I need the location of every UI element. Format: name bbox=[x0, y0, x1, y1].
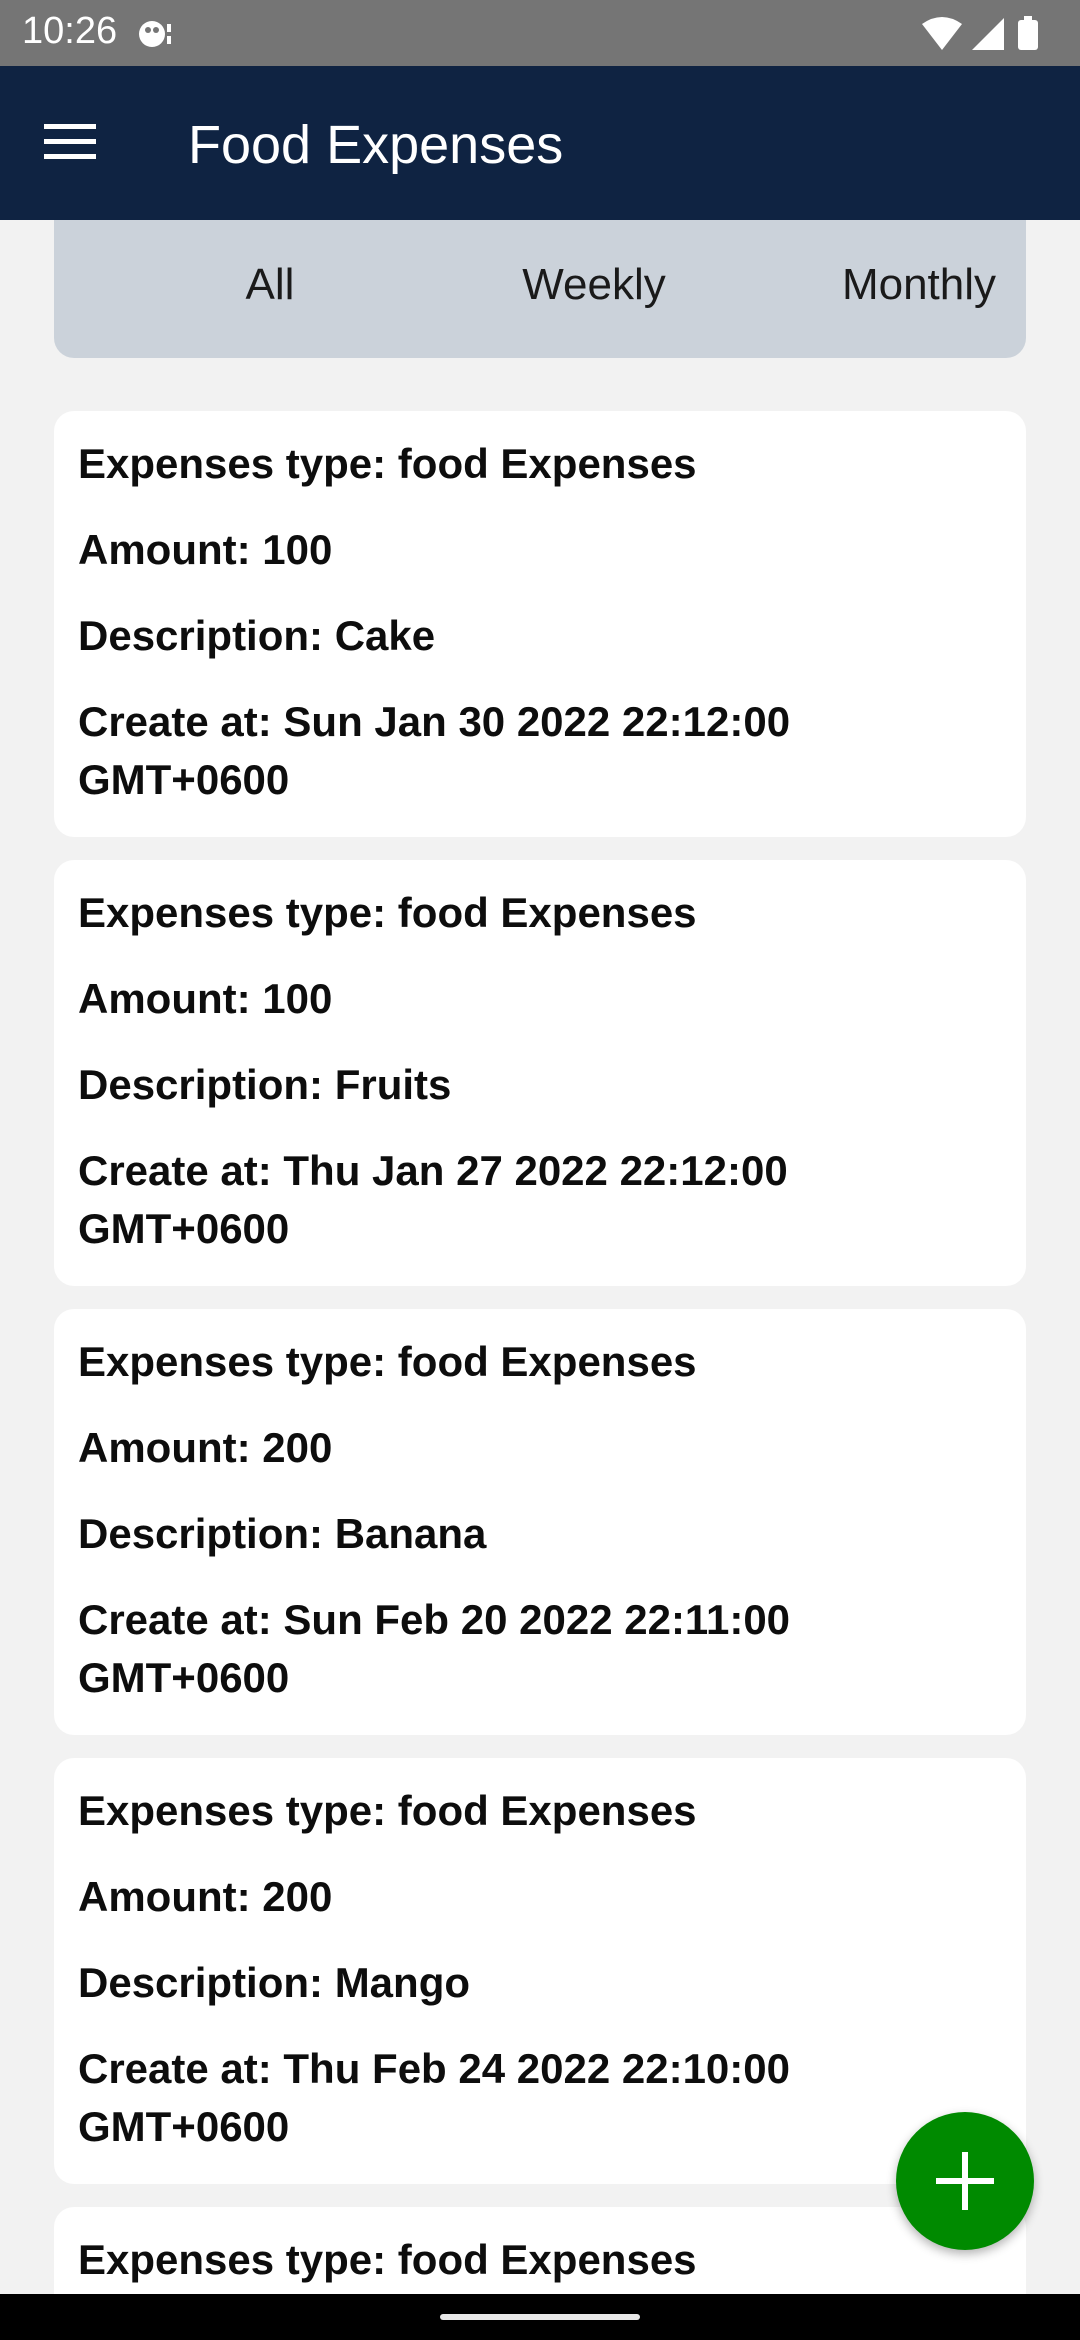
tab-monthly[interactable]: Monthly bbox=[799, 260, 1039, 310]
app-notification-icon bbox=[136, 16, 176, 50]
expense-type: Expenses type: food Expenses bbox=[78, 440, 697, 487]
plus-icon bbox=[936, 2152, 994, 2210]
menu-icon[interactable] bbox=[44, 122, 98, 162]
app-bar: Food Expenses bbox=[0, 66, 1080, 220]
tab-all[interactable]: All bbox=[150, 260, 390, 310]
filter-tabs: All Weekly Monthly bbox=[54, 220, 1026, 358]
expense-type: Expenses type: food Expenses bbox=[78, 2236, 697, 2283]
expense-card[interactable]: Expenses type: food Expenses Amount: 200… bbox=[54, 1758, 1026, 2184]
expense-description: Description: Fruits bbox=[78, 1061, 452, 1108]
expense-card[interactable]: Expenses type: food Expenses Amount: 100… bbox=[54, 411, 1026, 837]
page-title: Food Expenses bbox=[188, 115, 564, 175]
home-gesture-handle[interactable] bbox=[440, 2314, 640, 2320]
expense-created-at: Create at: Sun Feb 20 2022 22:11:00 GMT+… bbox=[78, 1596, 791, 1701]
expense-type: Expenses type: food Expenses bbox=[78, 1787, 697, 1834]
tab-weekly[interactable]: Weekly bbox=[474, 260, 714, 310]
expense-created-at: Create at: Sun Jan 30 2022 22:12:00 GMT+… bbox=[78, 698, 791, 803]
expense-amount: Amount: 200 bbox=[78, 1424, 333, 1471]
system-nav-bar bbox=[0, 2294, 1080, 2340]
battery-icon bbox=[1018, 16, 1038, 50]
status-time: 10:26 bbox=[22, 10, 118, 52]
expense-card[interactable]: Expenses type: food Expenses Amount: 100… bbox=[54, 860, 1026, 1286]
expense-description: Description: Mango bbox=[78, 1959, 471, 2006]
signal-icon bbox=[972, 18, 1004, 50]
expense-type: Expenses type: food Expenses bbox=[78, 889, 697, 936]
expense-card[interactable]: Expenses type: food Expenses Amount: 200… bbox=[54, 1309, 1026, 1735]
expense-created-at: Create at: Thu Feb 24 2022 22:10:00 GMT+… bbox=[78, 2045, 790, 2150]
add-expense-button[interactable] bbox=[896, 2112, 1034, 2250]
expense-description: Description: Cake bbox=[78, 612, 436, 659]
expense-amount: Amount: 100 bbox=[78, 975, 333, 1022]
status-bar: 10:26 bbox=[0, 0, 1080, 66]
expense-type: Expenses type: food Expenses bbox=[78, 1338, 697, 1385]
expense-amount: Amount: 200 bbox=[78, 1873, 333, 1920]
wifi-icon bbox=[922, 17, 962, 50]
expense-description: Description: Banana bbox=[78, 1510, 487, 1557]
expense-created-at: Create at: Thu Jan 27 2022 22:12:00 GMT+… bbox=[78, 1147, 788, 1252]
status-icons bbox=[920, 14, 1050, 54]
expense-amount: Amount: 100 bbox=[78, 526, 333, 573]
